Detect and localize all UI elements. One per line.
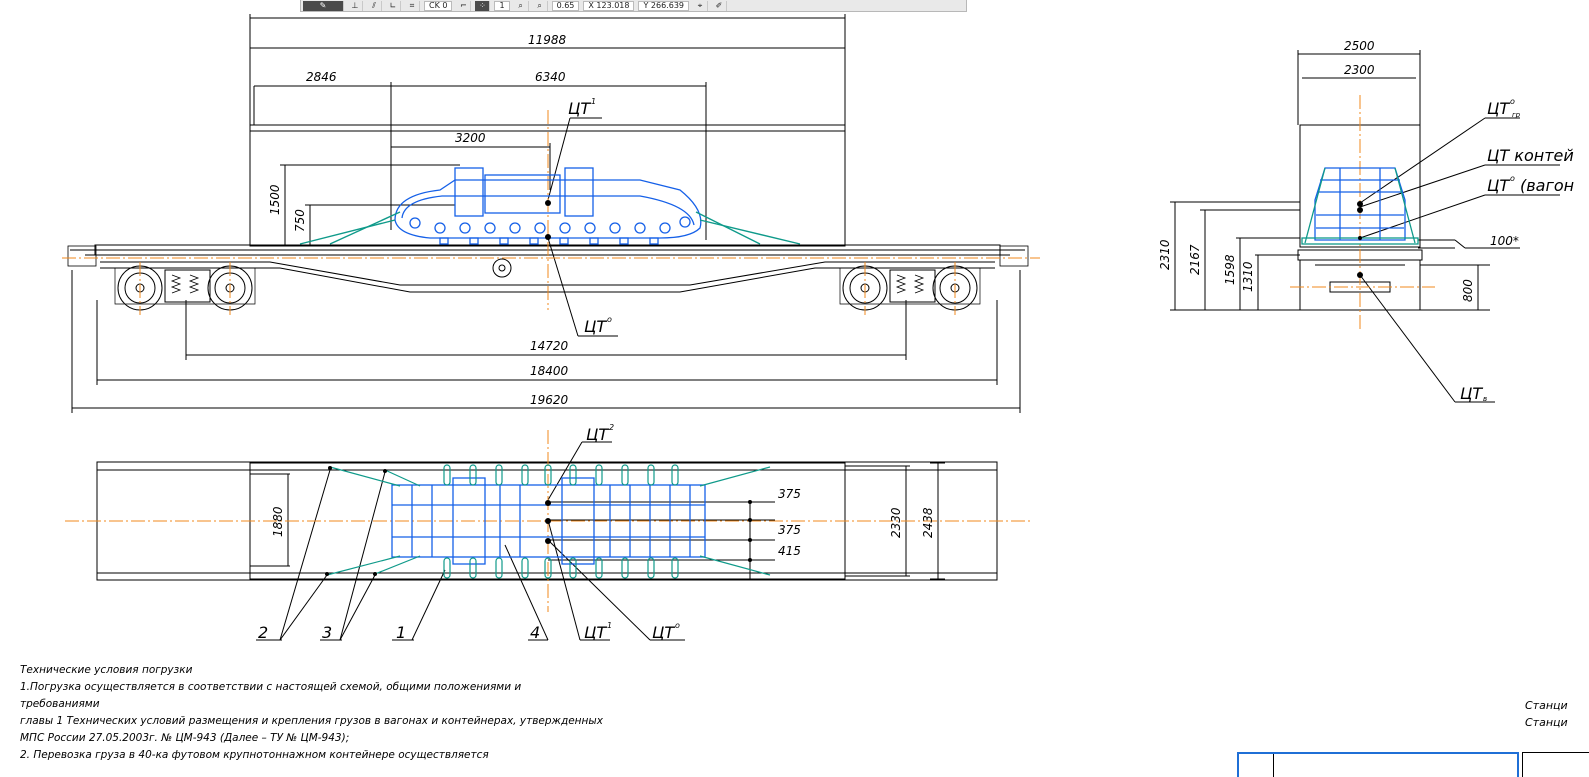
pencil-icon[interactable]: ✎ <box>303 0 344 11</box>
callout-3: 3 <box>322 623 332 642</box>
dim-375-b: 375 <box>778 523 801 537</box>
dim-800: 800 <box>1461 279 1475 302</box>
dim-750: 750 <box>293 209 307 232</box>
label-ct0-plan-sup: о <box>675 621 680 630</box>
dim-19620: 19620 <box>530 393 569 407</box>
corner-icon[interactable]: ∟ <box>386 0 401 11</box>
layer-field[interactable]: CK 0 <box>424 0 453 11</box>
grid-icon[interactable]: ⌗ <box>405 0 420 11</box>
dim-2846: 2846 <box>306 70 337 84</box>
label-ct-gr-sup: о <box>1510 97 1515 106</box>
label-ct0-side-sup: о <box>607 315 612 324</box>
stations-text: Станци Станци <box>1525 697 1568 731</box>
callout-4: 4 <box>530 623 540 642</box>
label-ct-wagon-sup: о <box>1510 174 1515 183</box>
plan-view-text: 1880 2330 2438 375 375 415 ЦТ 2 ЦТ 1 ЦТ … <box>258 423 935 642</box>
dim-415: 415 <box>778 544 801 558</box>
snap-icon[interactable]: ⫽ <box>367 0 382 11</box>
dim-2167: 2167 <box>1188 244 1202 275</box>
dim-18400: 18400 <box>530 364 569 378</box>
coord-x-field[interactable]: X 123.018 <box>583 0 635 11</box>
title-block-divider <box>1273 754 1274 777</box>
step-field[interactable]: 1 <box>494 0 510 11</box>
label-ct-wagon: ЦТ <box>1487 176 1510 195</box>
label-ct-gr: ЦТ <box>1487 99 1510 118</box>
dim-1880: 1880 <box>271 506 285 537</box>
label-ct0-side: ЦТ <box>584 317 607 336</box>
notes-line-1: 1.Погрузка осуществляется в соответствии… <box>20 681 522 693</box>
nodes-icon[interactable]: ⁘ <box>475 0 491 11</box>
label-ct0-plan: ЦТ <box>652 623 675 642</box>
label-ct2-plan: ЦТ <box>586 425 609 444</box>
notes-line-3: главы 1 Технических условий размещения и… <box>20 715 603 727</box>
dim-1500: 1500 <box>268 184 282 215</box>
label-ct1-side: ЦТ <box>568 99 591 118</box>
label-ct-v: ЦТ <box>1460 384 1483 403</box>
notes-title: Технические условия погрузки <box>20 664 193 676</box>
callout-1: 1 <box>396 623 406 642</box>
dim-1598: 1598 <box>1223 254 1237 285</box>
dim-14720: 14720 <box>530 339 569 353</box>
notes-line-2: требованиями <box>20 698 100 710</box>
title-block-side <box>1522 752 1589 777</box>
label-ct-v-sub: в <box>1483 395 1487 403</box>
label-ct1-side-sup: 1 <box>591 97 596 106</box>
zoom-in-icon[interactable]: ⌕ <box>533 0 548 11</box>
dim-2500: 2500 <box>1344 39 1375 53</box>
zoom-out-icon[interactable]: ⌕ <box>514 0 529 11</box>
zoom-field[interactable]: 0.65 <box>551 0 580 11</box>
label-ct-container: ЦТ контей <box>1487 146 1574 165</box>
ortho-icon[interactable]: ⊥ <box>348 0 363 11</box>
callout-2: 2 <box>258 623 268 642</box>
station-line-2: Станци <box>1525 716 1568 729</box>
label-ct2-plan-sup: 2 <box>609 423 614 432</box>
dim-11988: 11988 <box>528 33 567 47</box>
label-ct1-plan: ЦТ <box>584 623 607 642</box>
notes-line-4: МПС России 27.05.2003г. № ЦМ-943 (Далее … <box>20 732 350 744</box>
dim-2330: 2330 <box>889 507 903 538</box>
bracket-icon[interactable]: ⌐ <box>456 0 472 11</box>
dim-375-a: 375 <box>778 487 801 501</box>
notes-line-5: 2. Перевозка груза в 40-ка футовом крупн… <box>20 749 489 761</box>
cursor-icon[interactable]: ⌖ <box>693 0 708 11</box>
pen-icon[interactable]: ✐ <box>712 0 727 11</box>
dim-2438: 2438 <box>921 507 935 538</box>
label-ct-gr-sub: гр <box>1512 111 1521 119</box>
coord-y-field[interactable]: Y 266.639 <box>638 0 689 11</box>
label-wagon-word: (вагон <box>1520 176 1574 195</box>
technical-drawing: 11988 2846 6340 3200 1500 750 14720 1840… <box>62 14 1574 642</box>
dim-3200: 3200 <box>455 131 486 145</box>
loading-notes: Технические условия погрузки 1.Погрузка … <box>20 662 680 764</box>
dim-2310: 2310 <box>1158 239 1172 270</box>
dim-100: 100* <box>1490 234 1519 248</box>
end-axes <box>1290 95 1435 330</box>
dim-6340: 6340 <box>535 70 566 84</box>
station-line-1: Станци <box>1525 699 1568 712</box>
side-view-text: 11988 2846 6340 3200 1500 750 14720 1840… <box>268 33 612 407</box>
drawing-toolbar: ✎ ⊥ ⫽ ∟ ⌗ CK 0 ⌐ ⁘ 1 ⌕ ⌕ 0.65 X 123.018 … <box>300 0 967 12</box>
title-block <box>1237 752 1519 777</box>
end-view-text: 2500 2300 2310 2167 1598 1310 800 100* Ц… <box>1158 39 1574 403</box>
label-ct1-plan-sup: 1 <box>607 621 612 630</box>
dim-2300: 2300 <box>1344 63 1375 77</box>
dim-1310: 1310 <box>1241 261 1255 292</box>
